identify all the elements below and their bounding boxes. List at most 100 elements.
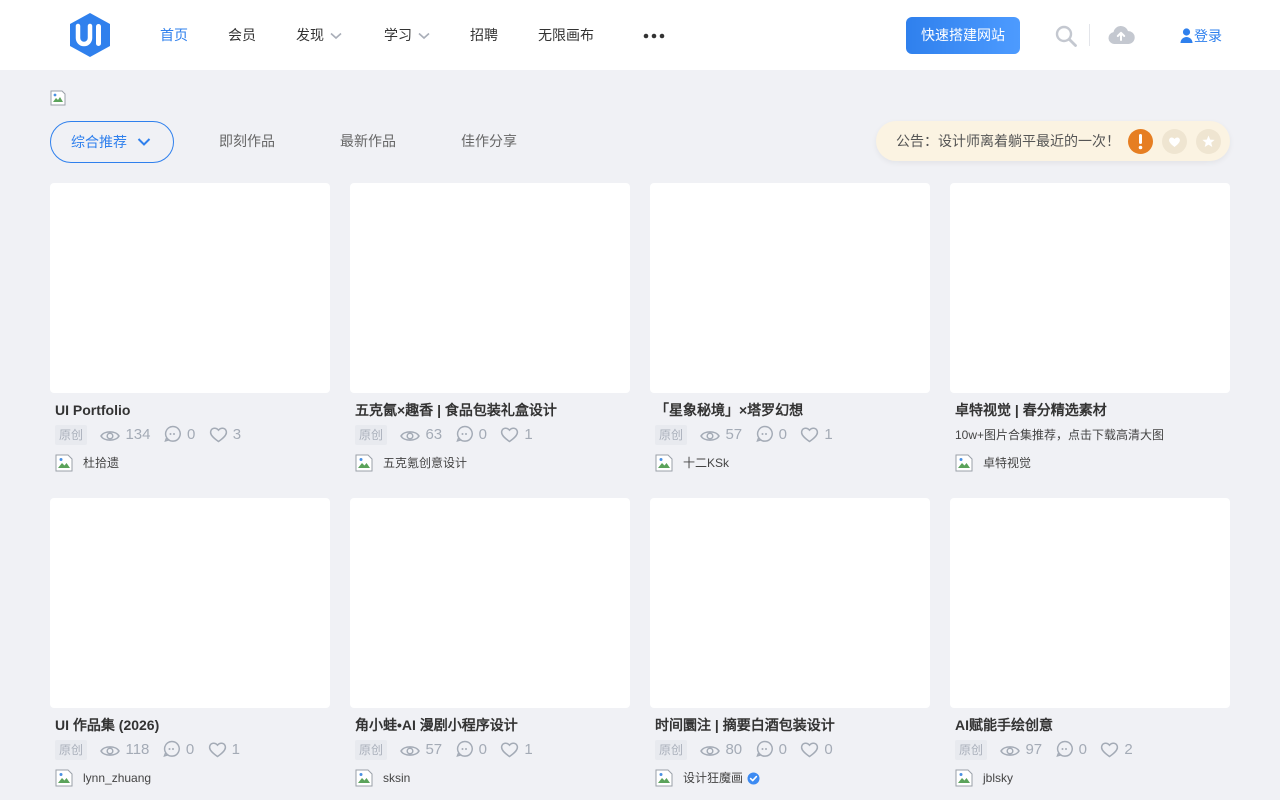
alert-icon bbox=[1128, 129, 1153, 154]
user-icon bbox=[1180, 28, 1193, 43]
view-count: 63 bbox=[400, 425, 442, 445]
like-icon bbox=[501, 742, 519, 758]
card-thumbnail[interactable] bbox=[50, 183, 330, 393]
card-title[interactable]: UI Portfolio bbox=[55, 400, 130, 420]
header-divider bbox=[1089, 24, 1090, 46]
nav-discover-label: 发现 bbox=[296, 27, 324, 43]
nav-membership[interactable]: 会员 bbox=[228, 24, 256, 46]
view-count-value: 63 bbox=[425, 426, 443, 443]
view-count-value: 80 bbox=[725, 741, 743, 758]
login-link[interactable]: 登录 bbox=[1180, 25, 1222, 47]
card-title[interactable]: 时间圜注 | 摘要白酒包装设计 bbox=[655, 715, 835, 735]
comment-count-value: 0 bbox=[186, 426, 196, 443]
view-count: 118 bbox=[100, 740, 149, 760]
card-title[interactable]: 卓特视觉 | 春分精选素材 bbox=[955, 400, 1107, 420]
view-count: 57 bbox=[400, 740, 442, 760]
view-count: 57 bbox=[700, 425, 742, 445]
heart-icon[interactable] bbox=[1162, 129, 1187, 154]
card-title[interactable]: 「星象秘境」×塔罗幻想 bbox=[655, 400, 803, 420]
original-tag: 原创 bbox=[355, 740, 388, 760]
logo-icon[interactable] bbox=[68, 12, 112, 58]
quick-build-site-button[interactable]: 快速搭建网站 bbox=[906, 17, 1020, 54]
comment-count[interactable]: 0 bbox=[455, 740, 487, 760]
card-thumbnail[interactable] bbox=[350, 498, 630, 708]
author-name: sksin bbox=[383, 771, 411, 785]
nav-learn[interactable]: 学习 bbox=[384, 24, 430, 46]
work-card: UI 作品集 (2026) 原创 118 0 1 lynn_zhuang bbox=[50, 498, 330, 793]
comment-count[interactable]: 0 bbox=[1055, 740, 1087, 760]
filter-recommended-dropdown[interactable]: 综合推荐 bbox=[50, 121, 174, 163]
view-count-value: 57 bbox=[725, 426, 743, 443]
nav-learn-label: 学习 bbox=[384, 27, 412, 43]
card-author[interactable]: 设计狂魔画 bbox=[655, 769, 760, 787]
comment-count-value: 0 bbox=[185, 741, 195, 758]
card-stats: 原创 97 0 2 bbox=[955, 740, 1133, 760]
like-icon bbox=[208, 742, 226, 758]
card-author[interactable]: sksin bbox=[355, 769, 410, 787]
eye-icon bbox=[1000, 746, 1021, 756]
card-title[interactable]: AI赋能手绘创意 bbox=[955, 715, 1053, 735]
tab-instant-works[interactable]: 即刻作品 bbox=[219, 131, 275, 151]
comment-icon bbox=[455, 425, 473, 442]
nav-home[interactable]: 首页 bbox=[160, 24, 188, 46]
card-title[interactable]: 角小蛙•AI 漫剧小程序设计 bbox=[355, 715, 518, 735]
card-thumbnail[interactable] bbox=[950, 498, 1230, 708]
comment-count[interactable]: 0 bbox=[755, 740, 787, 760]
chevron-down-icon bbox=[137, 138, 151, 146]
like-count[interactable]: 1 bbox=[800, 425, 833, 445]
comment-icon bbox=[1055, 740, 1073, 757]
author-name: 卓特视觉 bbox=[983, 456, 1032, 470]
like-count-value: 1 bbox=[524, 426, 533, 443]
verified-badge-icon bbox=[747, 772, 760, 784]
card-author[interactable]: jblsky bbox=[955, 769, 1013, 787]
card-author[interactable]: 卓特视觉 bbox=[955, 454, 1031, 472]
comment-icon bbox=[164, 425, 181, 442]
card-thumbnail[interactable] bbox=[50, 498, 330, 708]
card-author[interactable]: lynn_zhuang bbox=[55, 769, 151, 787]
card-author[interactable]: 五克氪创意设计 bbox=[355, 454, 467, 472]
like-icon bbox=[1101, 742, 1119, 758]
cloud-upload-icon[interactable] bbox=[1107, 25, 1135, 45]
avatar bbox=[955, 769, 973, 787]
avatar bbox=[655, 454, 673, 472]
star-icon[interactable] bbox=[1196, 129, 1221, 154]
eye-icon bbox=[100, 746, 121, 756]
like-icon bbox=[801, 742, 819, 758]
author-name: lynn_zhuang bbox=[83, 771, 152, 785]
comment-count[interactable]: 0 bbox=[163, 740, 194, 760]
tab-featured-sharing[interactable]: 佳作分享 bbox=[461, 131, 517, 151]
like-count[interactable]: 1 bbox=[500, 425, 533, 445]
original-tag: 原创 bbox=[55, 740, 88, 760]
like-count[interactable]: 0 bbox=[800, 740, 833, 760]
card-author[interactable]: 十二KSk bbox=[655, 454, 729, 472]
like-count[interactable]: 1 bbox=[500, 740, 533, 760]
card-title[interactable]: UI 作品集 (2026) bbox=[55, 715, 159, 735]
original-tag: 原创 bbox=[55, 425, 88, 445]
search-icon[interactable] bbox=[1054, 24, 1078, 48]
tab-latest-works[interactable]: 最新作品 bbox=[340, 131, 396, 151]
view-count: 134 bbox=[100, 425, 151, 445]
card-thumbnail[interactable] bbox=[350, 183, 630, 393]
like-count[interactable]: 3 bbox=[209, 425, 241, 445]
like-count[interactable]: 1 bbox=[208, 740, 240, 760]
view-count-value: 118 bbox=[125, 741, 150, 758]
work-card: 角小蛙•AI 漫剧小程序设计 原创 57 0 1 sksin bbox=[350, 498, 630, 793]
view-count: 97 bbox=[1000, 740, 1042, 760]
comment-count[interactable]: 0 bbox=[455, 425, 487, 445]
nav-jobs[interactable]: 招聘 bbox=[470, 24, 498, 46]
nav-infinite-canvas[interactable]: 无限画布 bbox=[538, 24, 594, 46]
card-thumbnail[interactable] bbox=[650, 183, 930, 393]
view-count: 80 bbox=[700, 740, 742, 760]
more-icon[interactable] bbox=[642, 28, 666, 42]
card-thumbnail[interactable] bbox=[950, 183, 1230, 393]
nav-discover[interactable]: 发现 bbox=[296, 24, 342, 46]
comment-count[interactable]: 0 bbox=[755, 425, 787, 445]
comment-count[interactable]: 0 bbox=[164, 425, 195, 445]
announcement-bar: 公告：设计师离着躺平最近的一次！ bbox=[876, 121, 1230, 161]
card-thumbnail[interactable] bbox=[650, 498, 930, 708]
card-author[interactable]: 杜拾遗 bbox=[55, 454, 119, 472]
author-name: jblsky bbox=[983, 771, 1014, 785]
card-stats: 原创 57 0 1 bbox=[355, 740, 533, 760]
card-title[interactable]: 五克氤×趣香 | 食品包装礼盒设计 bbox=[355, 400, 557, 420]
like-count[interactable]: 2 bbox=[1100, 740, 1133, 760]
